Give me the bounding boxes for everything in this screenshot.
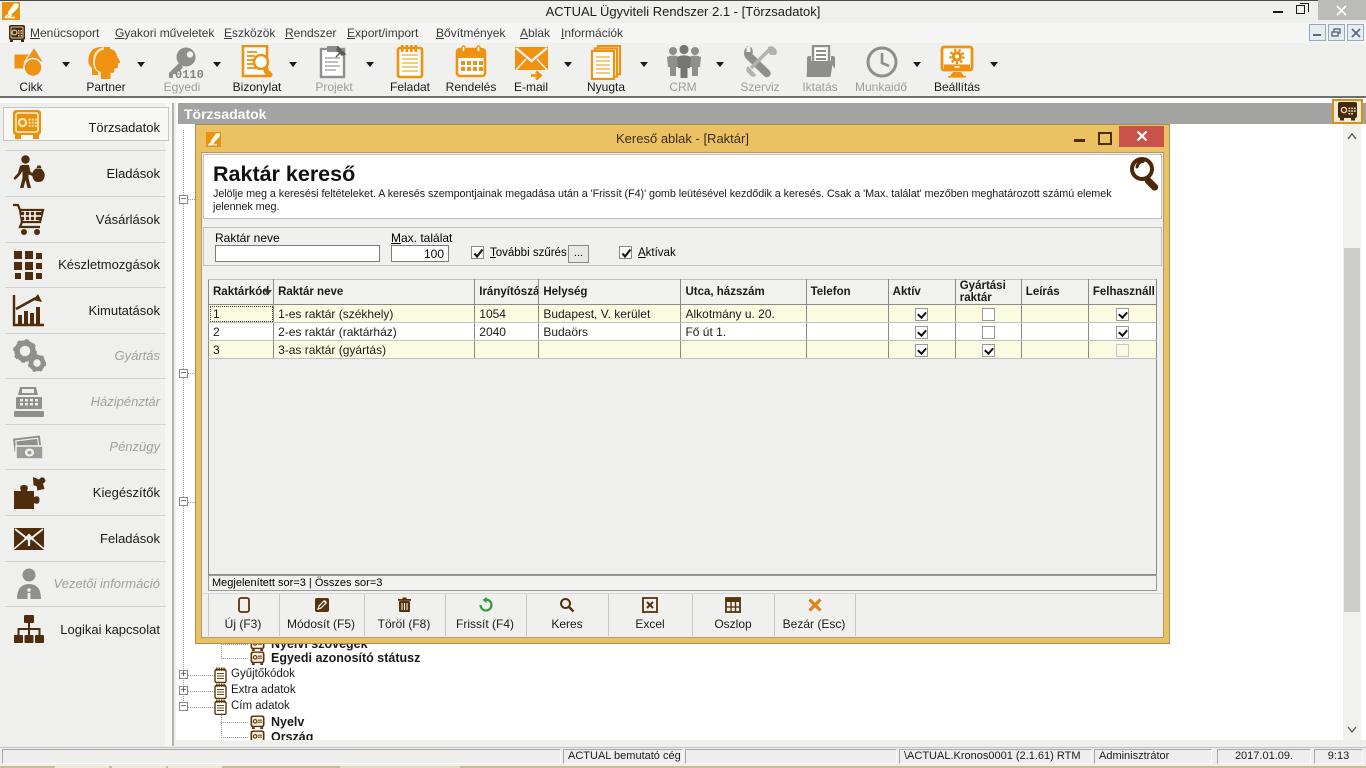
- svg-text:0110: 0110: [175, 68, 204, 80]
